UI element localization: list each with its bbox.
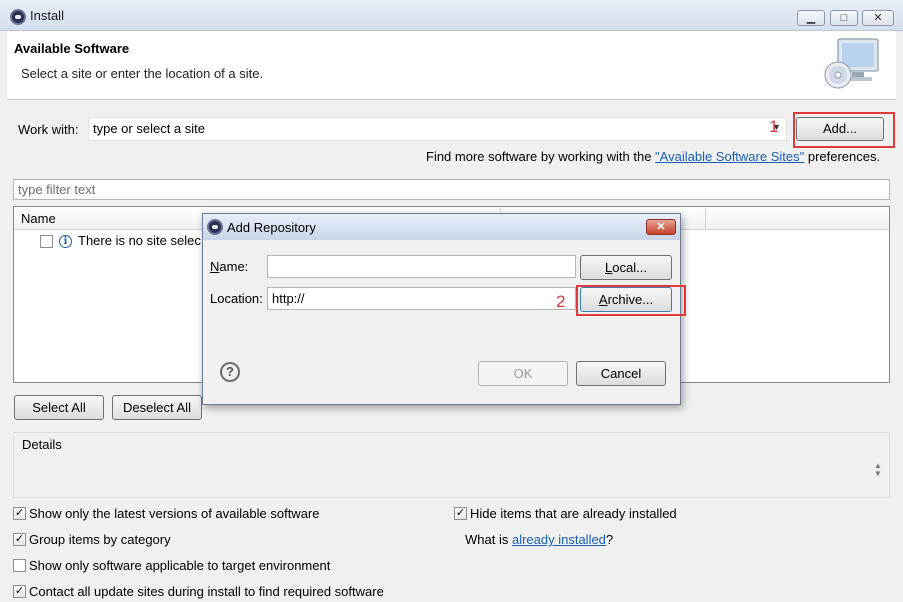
details-scroll-arrows[interactable]: ▲ ▼ [874, 462, 882, 478]
local-label-rest: ocal... [612, 260, 647, 275]
contact-update-sites-label: Contact all update sites during install … [29, 584, 384, 599]
details-label: Details [20, 437, 64, 452]
hide-installed-label: Hide items that are already installed [470, 506, 677, 521]
page-title: Available Software [14, 41, 130, 56]
select-all-button[interactable]: Select All [14, 395, 104, 420]
latest-versions-checkbox[interactable]: ✓ [13, 507, 26, 520]
dialog-title: Add Repository [227, 220, 316, 235]
target-environment-checkbox[interactable] [13, 559, 26, 572]
find-more-suffix: preferences. [804, 149, 881, 164]
what-is-text: What is already installed? [465, 532, 613, 547]
find-more-text: Find more software by working with the "… [426, 149, 880, 164]
info-icon: i [59, 235, 72, 248]
close-button[interactable]: ✕ [862, 10, 894, 26]
what-is-suffix: ? [605, 532, 614, 547]
location-field[interactable]: http:// [267, 287, 576, 310]
deselect-all-button[interactable]: Deselect All [112, 395, 202, 420]
name-field[interactable] [267, 255, 576, 278]
latest-versions-label: Show only the latest versions of availab… [29, 506, 320, 521]
ok-button[interactable]: OK [478, 361, 568, 386]
work-with-label: Work with: [18, 122, 79, 137]
filter-input[interactable]: type filter text [13, 179, 890, 200]
details-group [13, 432, 890, 498]
group-by-category-label: Group items by category [29, 532, 171, 547]
eclipse-icon [207, 219, 223, 235]
row-checkbox[interactable] [40, 235, 53, 248]
what-is-prefix: What is [465, 532, 512, 547]
local-button[interactable]: Local... [580, 255, 672, 280]
location-label: Location: [210, 291, 263, 306]
already-installed-link[interactable]: already installed [512, 532, 606, 547]
contact-update-sites-checkbox[interactable]: ✓ [13, 585, 26, 598]
group-by-category-checkbox[interactable]: ✓ [13, 533, 26, 546]
page-subtitle: Select a site or enter the location of a… [21, 66, 264, 81]
column-header-name[interactable]: Name [21, 211, 56, 226]
eclipse-icon [10, 9, 26, 25]
archive-mnemonic: A [598, 292, 608, 307]
find-more-prefix: Find more software by working with the [426, 149, 656, 164]
archive-button[interactable]: Archive... [580, 287, 672, 312]
available-software-sites-link[interactable]: "Available Software Sites" [655, 149, 804, 164]
target-environment-label: Show only software applicable to target … [29, 558, 331, 573]
install-cd-monitor-icon [824, 38, 879, 89]
annotation-2: 2 [556, 292, 566, 311]
table-row: There is no site selec [78, 233, 201, 248]
cancel-button[interactable]: Cancel [576, 361, 666, 386]
dialog-close-button[interactable]: ✕ [646, 219, 676, 235]
name-label-rest: ame: [219, 259, 249, 274]
hide-installed-checkbox[interactable]: ✓ [454, 507, 467, 520]
window-title: Install [30, 8, 64, 23]
name-label-mnemonic: N [210, 259, 220, 274]
maximize-button[interactable]: □ [830, 10, 858, 26]
annotation-1: 1 [769, 117, 779, 136]
column-divider [705, 208, 706, 228]
name-label: Name: [210, 259, 248, 274]
title-bar [0, 0, 903, 31]
add-button[interactable]: Add... [796, 117, 884, 141]
archive-label-rest: rchive... [607, 292, 654, 307]
work-with-combo[interactable]: type or select a site [88, 117, 787, 141]
help-icon[interactable]: ? [220, 362, 240, 382]
minimize-button[interactable]: ▁ [797, 10, 825, 26]
